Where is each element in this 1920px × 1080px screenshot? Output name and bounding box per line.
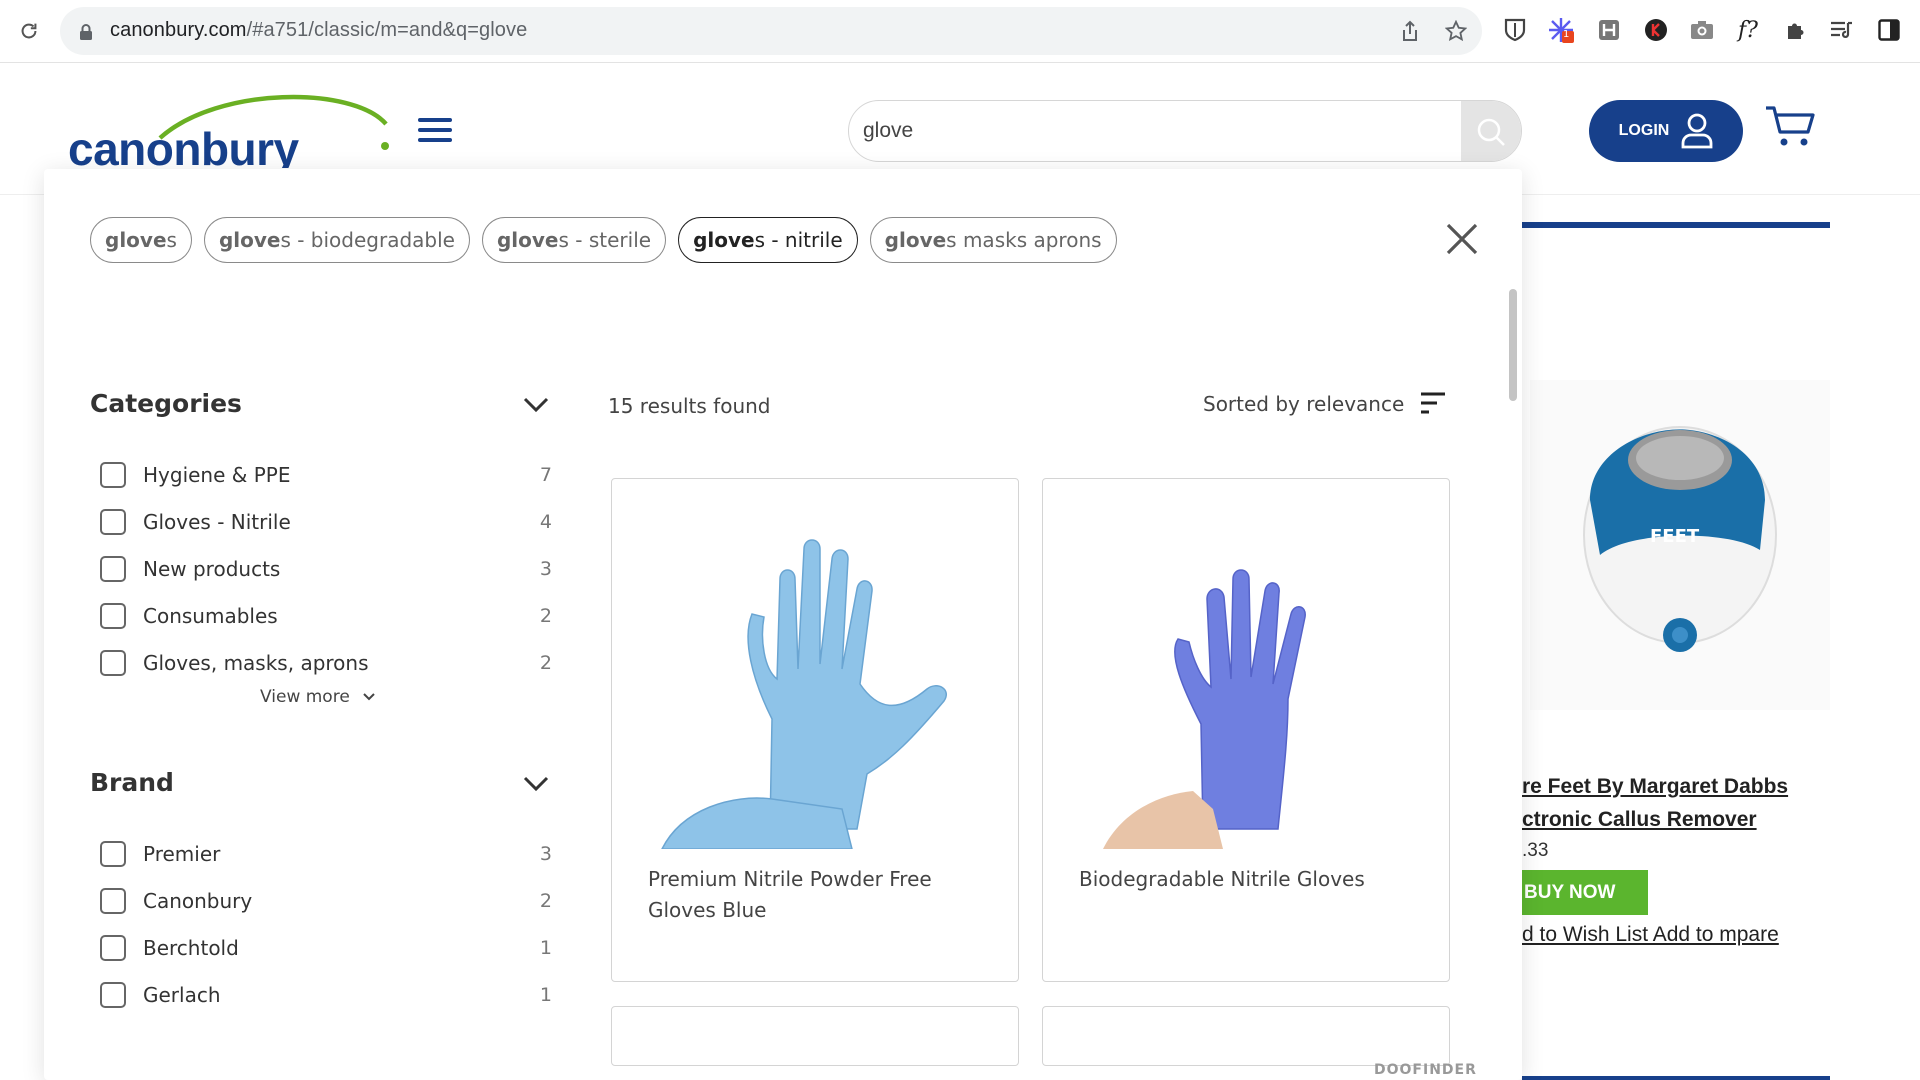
canonbury-logo[interactable]: canonbury bbox=[68, 86, 398, 168]
login-label: LOGIN bbox=[1618, 122, 1670, 139]
scrollbar-thumb[interactable] bbox=[1509, 289, 1517, 401]
product-name[interactable]: Premium Nitrile Powder Free Gloves Blue bbox=[648, 864, 988, 926]
close-icon[interactable] bbox=[1444, 221, 1480, 257]
chevron-down-icon[interactable] bbox=[522, 395, 550, 415]
sort-icon bbox=[1421, 392, 1446, 414]
checkbox[interactable] bbox=[100, 650, 126, 676]
suggestion-chip-active[interactable]: glove s - nitrile bbox=[678, 217, 858, 263]
product-card[interactable]: Premium Nitrile Powder Free Gloves Blue bbox=[611, 478, 1019, 982]
search-button[interactable] bbox=[1461, 101, 1521, 161]
checkbox[interactable] bbox=[100, 462, 126, 488]
checkbox[interactable] bbox=[100, 841, 126, 867]
lock-icon bbox=[78, 23, 94, 45]
bookmark-star-icon[interactable] bbox=[1442, 17, 1470, 45]
suggestion-chip[interactable]: glove s - sterile bbox=[481, 217, 667, 263]
formula-extension-icon[interactable]: f? bbox=[1733, 15, 1763, 45]
product-image[interactable] bbox=[652, 509, 982, 850]
facet-option[interactable]: Canonbury 2 bbox=[100, 885, 552, 917]
hamburger-menu-icon[interactable] bbox=[418, 118, 452, 144]
facet-option[interactable]: Premier 3 bbox=[100, 838, 552, 870]
extension-burst-icon[interactable]: 1 bbox=[1546, 15, 1576, 45]
product-card[interactable] bbox=[1042, 1006, 1450, 1066]
suggestion-chips: glove s glove s - biodegradable glove s - s… bbox=[90, 217, 1117, 263]
suggestion-chip[interactable]: glove s bbox=[90, 217, 192, 263]
url-host: canonbury.com bbox=[110, 19, 247, 41]
facet-option[interactable]: Gerlach 1 bbox=[100, 979, 552, 1011]
extensions-puzzle-icon[interactable] bbox=[1781, 15, 1811, 45]
url-text[interactable]: canonbury.com/#a751/classic/m=and&q=glov… bbox=[110, 19, 527, 42]
logo-text: canonbury bbox=[68, 123, 299, 168]
camera-icon[interactable] bbox=[1687, 15, 1717, 45]
callus-remover-image[interactable]: FEET bbox=[1530, 380, 1830, 710]
facet-option[interactable]: Gloves, masks, aprons 2 bbox=[100, 647, 552, 679]
reload-icon[interactable] bbox=[14, 16, 44, 46]
login-button[interactable]: LOGIN bbox=[1589, 100, 1743, 162]
extension-k-icon[interactable] bbox=[1641, 15, 1671, 45]
checkbox[interactable] bbox=[100, 888, 126, 914]
user-icon bbox=[1681, 113, 1713, 149]
wish-list-compare-links[interactable]: d to Wish List Add to mpare bbox=[1522, 918, 1842, 952]
checkbox[interactable] bbox=[100, 935, 126, 961]
product-card[interactable]: Biodegradable Nitrile Gloves bbox=[1042, 478, 1450, 982]
search-results-layer: glove s glove s - biodegradable glove s - s… bbox=[44, 169, 1522, 1080]
facet-option[interactable]: Berchtold 1 bbox=[100, 932, 552, 964]
facet-option[interactable]: New products 3 bbox=[100, 553, 552, 585]
product-card[interactable] bbox=[611, 1006, 1019, 1066]
search-box[interactable] bbox=[848, 100, 1522, 162]
background-product-price: .33 bbox=[1522, 840, 1549, 861]
sort-control[interactable]: Sorted by relevance bbox=[1203, 391, 1446, 417]
url-path: /#a751/classic/m=and&q=glove bbox=[246, 19, 528, 41]
cart-icon[interactable] bbox=[1764, 104, 1816, 148]
section-divider bbox=[1522, 222, 1830, 228]
chevron-down-icon[interactable] bbox=[522, 774, 550, 794]
share-icon[interactable] bbox=[1396, 17, 1424, 45]
chevron-down-icon bbox=[363, 693, 375, 701]
checkbox[interactable] bbox=[100, 509, 126, 535]
background-product-title[interactable]: re Feet By Margaret Dabbs ctronic Callus… bbox=[1522, 770, 1842, 836]
reading-list-icon[interactable] bbox=[1827, 15, 1857, 45]
suggestion-chip[interactable]: glove s - biodegradable bbox=[203, 217, 470, 263]
view-more-link[interactable]: View more bbox=[260, 687, 376, 707]
buy-now-button[interactable]: BUY NOW bbox=[1522, 870, 1648, 915]
product-brand-mark: FEET bbox=[1650, 526, 1700, 547]
product-image[interactable] bbox=[1083, 509, 1413, 849]
search-icon bbox=[1477, 118, 1505, 146]
brand-facet-title[interactable]: Brand bbox=[90, 768, 174, 797]
side-panel-icon[interactable] bbox=[1874, 15, 1904, 45]
categories-facet-title[interactable]: Categories bbox=[90, 389, 242, 418]
results-scrollbar[interactable] bbox=[1506, 289, 1520, 1059]
section-divider-bottom bbox=[1522, 1076, 1830, 1080]
doofinder-branding[interactable]: DOOFINDER bbox=[1374, 1062, 1477, 1078]
extension-badge: 1 bbox=[1563, 29, 1570, 40]
product-name[interactable]: Biodegradable Nitrile Gloves bbox=[1079, 864, 1419, 895]
checkbox[interactable] bbox=[100, 982, 126, 1008]
address-bar[interactable]: canonbury.com/#a751/classic/m=and&q=glov… bbox=[60, 7, 1482, 55]
results-count: 15 results found bbox=[608, 394, 771, 418]
facet-option[interactable]: Hygiene & PPE 7 bbox=[100, 459, 552, 491]
browser-toolbar: canonbury.com/#a751/classic/m=and&q=glov… bbox=[0, 0, 1920, 63]
checkbox[interactable] bbox=[100, 556, 126, 582]
extension-h-icon[interactable] bbox=[1594, 15, 1624, 45]
search-input[interactable] bbox=[863, 113, 1443, 149]
facet-option[interactable]: Gloves - Nitrile 4 bbox=[100, 506, 552, 538]
facet-option[interactable]: Consumables 2 bbox=[100, 600, 552, 632]
checkbox[interactable] bbox=[100, 603, 126, 629]
suggestion-chip[interactable]: glove s masks aprons bbox=[869, 217, 1117, 263]
bitwarden-icon[interactable] bbox=[1500, 15, 1530, 45]
